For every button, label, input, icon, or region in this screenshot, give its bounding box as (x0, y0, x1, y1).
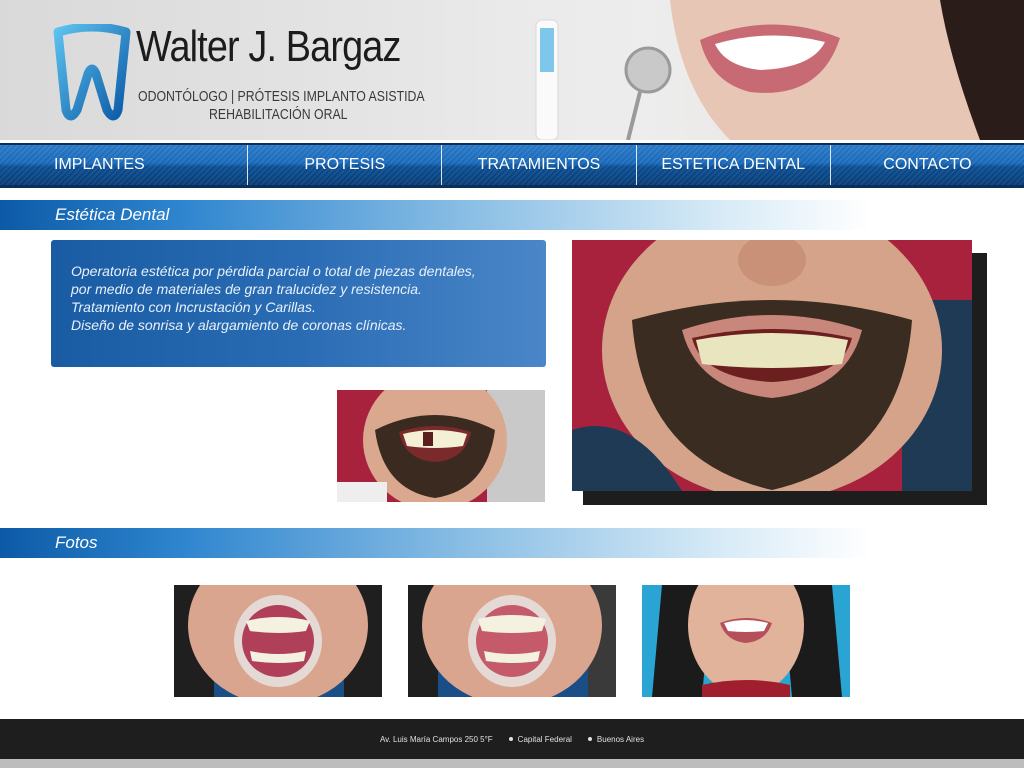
section-header-estetica: Estética Dental (0, 200, 1024, 230)
gallery-photo-2[interactable] (408, 585, 616, 697)
tooth-w-logo-icon[interactable] (52, 24, 132, 124)
section-header-fotos: Fotos (0, 528, 1024, 558)
description-line: por medio de materiales de gran tralucid… (71, 281, 422, 297)
brand-name: Walter J. Bargaz (136, 22, 401, 71)
brand-subtitle-2: REHABILITACIÓN ORAL (209, 106, 348, 123)
description-line: Tratamiento con Incrustación y Carillas. (71, 299, 316, 315)
nav-item-protesis[interactable]: PROTESIS (248, 145, 443, 185)
description-line: Operatoria estética por pérdida parcial … (71, 263, 476, 279)
footer-region: Buenos Aires (596, 734, 645, 744)
gallery-photo-3[interactable] (642, 585, 850, 697)
description-line: Diseño de sonrisa y alargamiento de coro… (71, 317, 407, 333)
hero-smile-image (520, 0, 1024, 140)
after-photo[interactable] (572, 240, 972, 491)
footer-city-item: Capital Federal (508, 734, 572, 744)
nav-item-contacto[interactable]: CONTACTO (831, 145, 1024, 185)
bullet-icon (508, 737, 513, 742)
footer-city: Capital Federal (517, 734, 572, 744)
nav-item-estetica-dental[interactable]: ESTETICA DENTAL (637, 145, 831, 185)
site-footer: Av. Luis María Campos 250 5°F Capital Fe… (0, 719, 1024, 759)
main-nav: IMPLANTES PROTESIS TRATAMIENTOS ESTETICA… (0, 143, 1024, 188)
footer-region-item: Buenos Aires (587, 734, 645, 744)
nav-item-tratamientos[interactable]: TRATAMIENTOS (442, 145, 637, 185)
section-title-estetica: Estética Dental (55, 205, 170, 224)
nav-item-implantes[interactable]: IMPLANTES (0, 145, 249, 185)
bullet-icon (587, 737, 592, 742)
section-title-fotos: Fotos (55, 533, 98, 552)
footer-address: Av. Luis María Campos 250 5°F (379, 734, 493, 744)
brand-subtitle-1: ODONTÓLOGO | PRÓTESIS IMPLANTO ASISTIDA (138, 88, 425, 105)
description-box: Operatoria estética por pérdida parcial … (51, 240, 546, 367)
gallery-photo-1[interactable] (174, 585, 382, 697)
before-photo[interactable] (337, 390, 545, 502)
footer-strip (0, 759, 1024, 768)
nav-wrapper: IMPLANTES PROTESIS TRATAMIENTOS ESTETICA… (0, 140, 1024, 192)
site-header: Walter J. Bargaz ODONTÓLOGO | PRÓTESIS I… (0, 0, 1024, 140)
